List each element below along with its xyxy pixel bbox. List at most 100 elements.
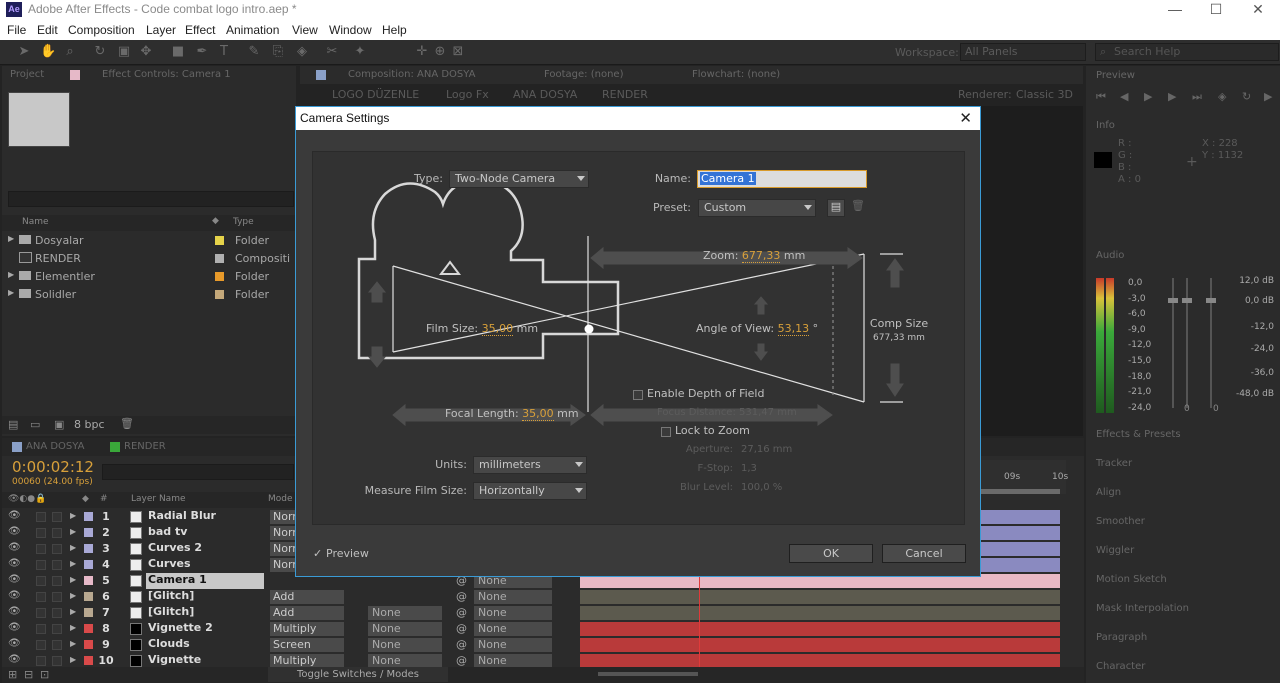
visibility-eye-icon[interactable]: 👁 (8, 622, 21, 633)
world-axis-icon[interactable]: ⊕ (432, 44, 448, 60)
tab-mask-interpolation[interactable]: Mask Interpolation (1096, 603, 1189, 614)
parent-select[interactable]: None (474, 654, 552, 668)
layer-duration-bar[interactable] (580, 654, 1060, 668)
blend-mode-select[interactable]: Multiply (270, 654, 344, 668)
parent-select[interactable]: None (474, 606, 552, 620)
view-axis-icon[interactable]: ⊠ (450, 44, 466, 60)
layer-duration-bar[interactable] (580, 638, 1060, 652)
solo-switch[interactable] (36, 592, 46, 602)
layer-duration-bar[interactable] (580, 622, 1060, 636)
lock-switch[interactable] (52, 640, 62, 650)
label-color[interactable] (84, 592, 93, 601)
visibility-eye-icon[interactable]: 👁 (8, 590, 21, 601)
preview-checkbox[interactable]: ✓ (313, 547, 322, 560)
expand-arrow-icon[interactable]: ▶ (70, 591, 76, 600)
label-color[interactable] (84, 544, 93, 553)
tab-footage[interactable]: Footage: (none) (544, 69, 623, 80)
save-preset-icon[interactable]: ▤ (827, 199, 845, 217)
visibility-eye-icon[interactable]: 👁 (8, 510, 21, 521)
solo-switch[interactable] (36, 656, 46, 666)
solo-switch[interactable] (36, 576, 46, 586)
tab-paragraph[interactable]: Paragraph (1096, 632, 1147, 643)
table-row[interactable]: 👁 ▶ 9 Clouds Screen None @ None (2, 637, 1084, 653)
tab-info[interactable]: Info (1096, 120, 1115, 131)
column-number[interactable]: # (100, 494, 108, 504)
solo-switch[interactable] (36, 560, 46, 570)
preset-select[interactable]: Custom (698, 199, 816, 217)
table-row[interactable]: 👁 ▶ 6 [Glitch] Add @ None (2, 589, 1084, 605)
parent-select[interactable]: None (474, 590, 552, 604)
lock-to-zoom-checkbox[interactable] (661, 427, 671, 437)
blend-mode-select[interactable]: Add (270, 590, 344, 604)
layer-name[interactable]: Curves 2 (146, 541, 264, 557)
expand-arrow-icon[interactable]: ▶ (70, 575, 76, 584)
delete-preset-icon[interactable]: 🗑 (849, 199, 867, 217)
tab-audio[interactable]: Audio (1096, 250, 1124, 261)
lock-switch[interactable] (52, 624, 62, 634)
solo-switch[interactable] (36, 512, 46, 522)
tab-composition[interactable]: Composition: ANA DOSYA (348, 69, 475, 80)
track-matte-select[interactable]: None (368, 606, 442, 620)
visibility-eye-icon[interactable]: 👁 (8, 574, 21, 585)
tab-render[interactable]: RENDER (124, 441, 166, 452)
menu-composition[interactable]: Composition (68, 23, 135, 37)
expand-arrow-icon[interactable]: ▶ (70, 559, 76, 568)
solo-switch[interactable] (36, 528, 46, 538)
label-color[interactable] (84, 608, 93, 617)
camera-tool-icon[interactable]: ▣ (116, 44, 132, 60)
bpc-label[interactable]: 8 bpc (74, 418, 105, 431)
lock-switch[interactable] (52, 512, 62, 522)
trash-icon[interactable]: 🗑 (120, 417, 134, 430)
visibility-eye-icon[interactable]: 👁 (8, 542, 21, 553)
new-folder-icon[interactable]: ▭ (30, 418, 40, 431)
expand-icon[interactable]: ⊟ (24, 668, 33, 681)
layer-name[interactable]: Vignette 2 (146, 621, 264, 637)
zoom-tool-icon[interactable]: ⌕ (62, 44, 78, 60)
cancel-button[interactable]: Cancel (882, 544, 966, 563)
lock-switch[interactable] (52, 544, 62, 554)
layer-name[interactable]: Clouds (146, 637, 264, 653)
visibility-eye-icon[interactable]: 👁 (8, 606, 21, 617)
minimize-icon[interactable]: — (1155, 0, 1195, 20)
column-type[interactable]: Type (233, 217, 254, 227)
dialog-close-icon[interactable]: ✕ (959, 109, 972, 127)
expand-arrow-icon[interactable]: ▶ (70, 511, 76, 520)
menu-animation[interactable]: Animation (226, 23, 279, 37)
tab-tracker[interactable]: Tracker (1096, 458, 1132, 469)
expand-arrow-icon[interactable]: ▶ (70, 527, 76, 536)
toggle-switches-modes[interactable]: Toggle Switches / Modes (268, 667, 448, 682)
label-color[interactable] (84, 624, 93, 633)
audio-slider-master[interactable] (1206, 298, 1216, 303)
column-name[interactable]: Name (22, 217, 49, 227)
layer-name[interactable]: Camera 1 (146, 573, 264, 589)
play-icon[interactable]: ▶ (1144, 90, 1152, 103)
breadcrumb-item[interactable]: LOGO DÜZENLE (332, 88, 419, 101)
audio-slider-left[interactable] (1168, 298, 1178, 303)
pickwhip-icon[interactable]: @ (456, 622, 467, 635)
project-item[interactable]: RENDER Compositi (2, 251, 296, 267)
expand-arrow-icon[interactable]: ▶ (70, 623, 76, 632)
lock-switch[interactable] (52, 608, 62, 618)
project-item[interactable]: ▶ Dosyalar Folder (2, 233, 296, 249)
layer-name[interactable]: [Glitch] (146, 589, 264, 605)
menu-window[interactable]: Window (329, 23, 372, 37)
label-color[interactable] (84, 656, 93, 665)
parent-select[interactable]: None (474, 638, 552, 652)
column-mode[interactable]: Mode (268, 494, 293, 504)
layer-name[interactable]: Curves (146, 557, 264, 573)
tab-align[interactable]: Align (1096, 487, 1121, 498)
depth-of-field-checkbox[interactable] (633, 390, 643, 400)
breadcrumb-item[interactable]: RENDER (602, 88, 648, 101)
rectangle-tool-icon[interactable]: ■ (170, 44, 186, 60)
layer-duration-bar[interactable] (580, 590, 1060, 604)
maximize-icon[interactable]: ☐ (1196, 0, 1236, 20)
last-frame-icon[interactable]: ⏭ (1192, 90, 1202, 104)
pan-behind-tool-icon[interactable]: ✥ (138, 44, 154, 60)
visibility-eye-icon[interactable]: 👁 (8, 638, 21, 649)
label-color[interactable] (84, 576, 93, 585)
prev-frame-icon[interactable]: ◀ (1120, 90, 1128, 103)
mute-icon[interactable]: ◈ (1218, 90, 1226, 103)
layer-name[interactable]: bad tv (146, 525, 264, 541)
tab-character[interactable]: Character (1096, 661, 1145, 672)
comp-flow-icon[interactable]: ⊞ (8, 668, 17, 681)
